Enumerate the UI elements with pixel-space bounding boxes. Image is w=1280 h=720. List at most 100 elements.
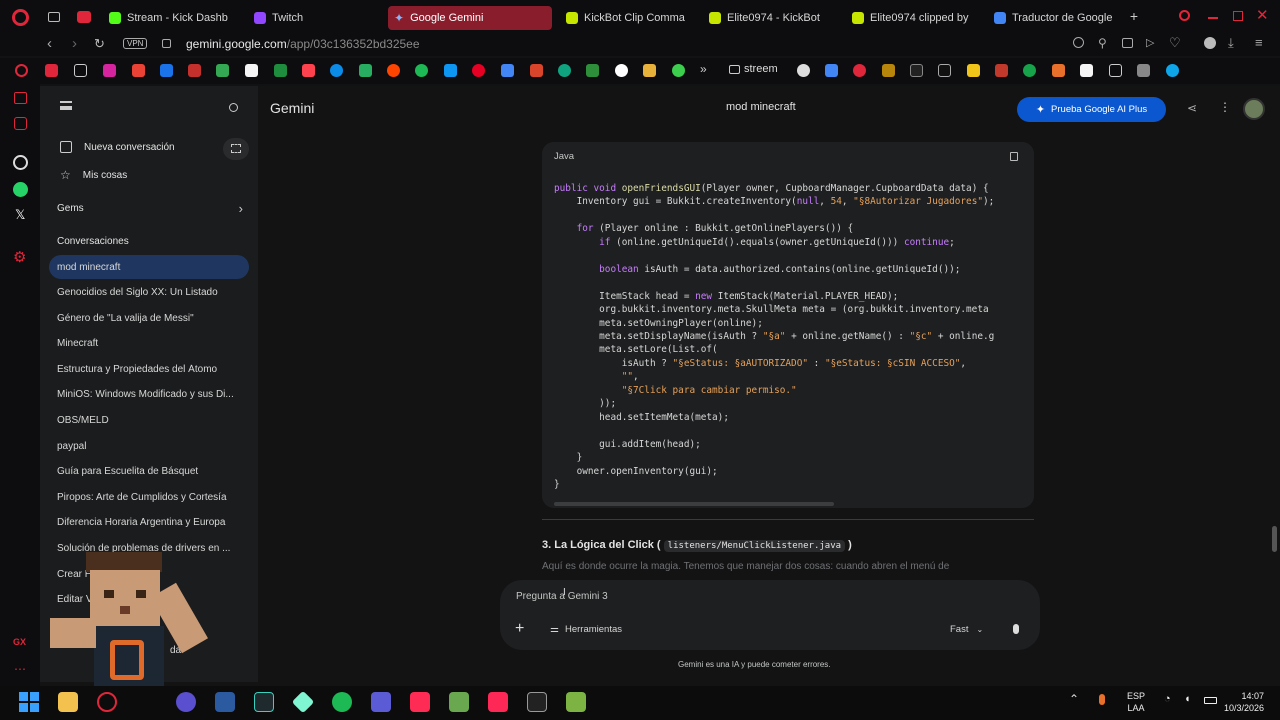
- b-bookmark-icon[interactable]: [967, 64, 980, 77]
- patreon-icon[interactable]: [302, 64, 315, 77]
- instagram-icon[interactable]: [103, 64, 116, 77]
- vst-taskbar-icon[interactable]: [176, 692, 196, 712]
- gx-icon[interactable]: GX: [13, 637, 26, 647]
- search-icon[interactable]: [229, 103, 238, 112]
- tab-kickbot-clipped[interactable]: Elite0974 clipped by: [846, 6, 976, 30]
- ts2-bookmark-icon[interactable]: [1052, 64, 1065, 77]
- code-scrollbar[interactable]: [554, 502, 834, 506]
- intellij-icon[interactable]: [488, 692, 508, 712]
- pin-icon[interactable]: ⚲: [1098, 36, 1107, 50]
- download-icon[interactable]: ⤓: [1228, 35, 1234, 51]
- calendar-bookmark-icon[interactable]: [160, 64, 173, 77]
- more-options-icon[interactable]: ⋮: [1219, 100, 1231, 114]
- doc-bookmark-icon[interactable]: [1109, 64, 1122, 77]
- tools-button[interactable]: ⚌ Herramientas: [550, 624, 622, 635]
- youtube-studio-icon[interactable]: [188, 64, 201, 77]
- search-tabs-icon[interactable]: [1179, 10, 1190, 21]
- edge-icon[interactable]: [330, 64, 343, 77]
- wifi-icon[interactable]: ◔: [1164, 693, 1171, 705]
- tab-kick[interactable]: Stream - Kick Dashb: [103, 6, 233, 30]
- more-bookmarks-icon[interactable]: »: [700, 62, 707, 76]
- gemini-brand[interactable]: Gemini: [270, 100, 314, 116]
- google-icon[interactable]: [615, 64, 628, 77]
- page-bookmark-icon[interactable]: [74, 64, 87, 77]
- minimize-icon[interactable]: [1208, 17, 1218, 19]
- more-icon[interactable]: ⋯: [14, 662, 26, 676]
- e-bookmark-icon[interactable]: [938, 64, 951, 77]
- forward-icon[interactable]: ›: [72, 35, 77, 52]
- microphone-icon[interactable]: [1013, 624, 1019, 634]
- h-bookmark-icon[interactable]: [1080, 64, 1093, 77]
- snapshot-icon[interactable]: [1122, 38, 1133, 48]
- page-scrollbar[interactable]: [1272, 526, 1277, 552]
- file-explorer-icon[interactable]: [58, 692, 78, 712]
- pinterest-icon[interactable]: [472, 64, 485, 77]
- sidebar-item-basquet[interactable]: Guía para Escuelita de Básquet: [57, 466, 243, 477]
- tab-kickbot-commands[interactable]: KickBot Clip Comma: [560, 6, 690, 30]
- upgrade-button[interactable]: ✦ Prueba Google AI Plus: [1017, 97, 1166, 122]
- windows-start-icon[interactable]: [19, 692, 39, 712]
- circle-green-bookmark-icon[interactable]: [1023, 64, 1036, 77]
- meld-icon[interactable]: [371, 692, 391, 712]
- gemini-bookmark-icon[interactable]: [825, 64, 838, 77]
- youtube-tab-icon[interactable]: [77, 11, 91, 23]
- avatar[interactable]: [1243, 98, 1265, 120]
- zoom-icon[interactable]: [1073, 37, 1084, 48]
- youtube-bookmark-icon[interactable]: [45, 64, 58, 77]
- spotify-bookmark-icon[interactable]: [415, 64, 428, 77]
- arrow-bookmark-icon[interactable]: [274, 64, 287, 77]
- mail-icon[interactable]: [14, 117, 27, 130]
- whatsapp-icon[interactable]: [13, 182, 28, 197]
- cmd-icon[interactable]: [527, 692, 547, 712]
- terminal-app-icon[interactable]: [254, 692, 274, 712]
- folder-yellow-icon[interactable]: [643, 64, 656, 77]
- clock[interactable]: 14:07 10/3/2026: [1212, 690, 1264, 714]
- reddit-icon[interactable]: [387, 64, 400, 77]
- sidebar-item-valija[interactable]: Género de "La valija de Messi": [57, 313, 243, 324]
- tiktok-icon[interactable]: [410, 692, 430, 712]
- x-bookmark-icon[interactable]: [910, 64, 923, 77]
- prompt-input[interactable]: Pregunta a Gemini 3: [516, 591, 608, 602]
- sidebar-item-piropos[interactable]: Piropos: Arte de Cumplidos y Cortesía: [57, 492, 243, 503]
- sidebar-item-obs[interactable]: OBS/MELD: [57, 415, 243, 426]
- sidebar-item-minios[interactable]: MiniOS: Windows Modificado y sus Di...: [57, 389, 243, 400]
- sidebar-item-horaria[interactable]: Diferencia Horaria Argentina y Europa: [57, 517, 243, 528]
- gems-button[interactable]: Gems ›: [57, 201, 243, 216]
- chrome-web-icon[interactable]: [882, 64, 895, 77]
- home-icon[interactable]: [14, 92, 27, 104]
- tab-gemini[interactable]: ✦ Google Gemini: [388, 6, 552, 30]
- x-red-bookmark-icon[interactable]: [995, 64, 1008, 77]
- sidebar-item-atomo[interactable]: Estructura y Propiedades del Átomo: [57, 364, 243, 375]
- share-icon[interactable]: ⋖: [1187, 101, 1197, 115]
- menu-dots-icon[interactable]: ≡: [1255, 35, 1263, 50]
- favorite-icon[interactable]: ♡: [1169, 35, 1181, 51]
- px-icon[interactable]: [359, 64, 372, 77]
- chatgpt-bookmark-icon[interactable]: [558, 64, 571, 77]
- language-indicator[interactable]: ESP LAA: [1127, 690, 1145, 714]
- monitor-bookmark-icon[interactable]: [1137, 64, 1150, 77]
- my-stuff-button[interactable]: ☆ Mis cosas: [60, 168, 127, 182]
- vpn-badge[interactable]: VPN: [123, 38, 148, 49]
- back-icon[interactable]: ‹: [47, 35, 52, 52]
- chatgpt-icon[interactable]: [13, 155, 28, 170]
- opera-logo-icon[interactable]: [12, 9, 29, 26]
- green-gear-icon[interactable]: [672, 64, 685, 77]
- reload-icon[interactable]: ↻: [94, 36, 105, 52]
- folder-streem[interactable]: streem: [729, 63, 778, 75]
- opera-history-icon[interactable]: [15, 64, 28, 77]
- translate-bookmark-icon[interactable]: [501, 64, 514, 77]
- maximize-icon[interactable]: [1233, 11, 1243, 21]
- spotify-icon[interactable]: [332, 692, 352, 712]
- mode-selector[interactable]: Fast ⌄: [950, 624, 983, 635]
- gmail-icon[interactable]: [132, 64, 145, 77]
- player-icon[interactable]: ▷: [1146, 36, 1154, 49]
- url-field[interactable]: gemini.google.com/app/03c136352bd325ee: [186, 37, 420, 51]
- sidebar-item-mod-minecraft[interactable]: mod minecraft: [57, 262, 243, 273]
- multi-bookmark-icon[interactable]: [444, 64, 457, 77]
- conversation-title[interactable]: mod minecraft: [726, 101, 796, 113]
- close-icon[interactable]: ✕: [1256, 6, 1269, 24]
- maps-icon[interactable]: [216, 64, 229, 77]
- volume-icon[interactable]: ◖: [1184, 693, 1191, 705]
- new-tab-icon[interactable]: +: [1127, 9, 1141, 23]
- settings-icon[interactable]: ⚙: [13, 248, 26, 266]
